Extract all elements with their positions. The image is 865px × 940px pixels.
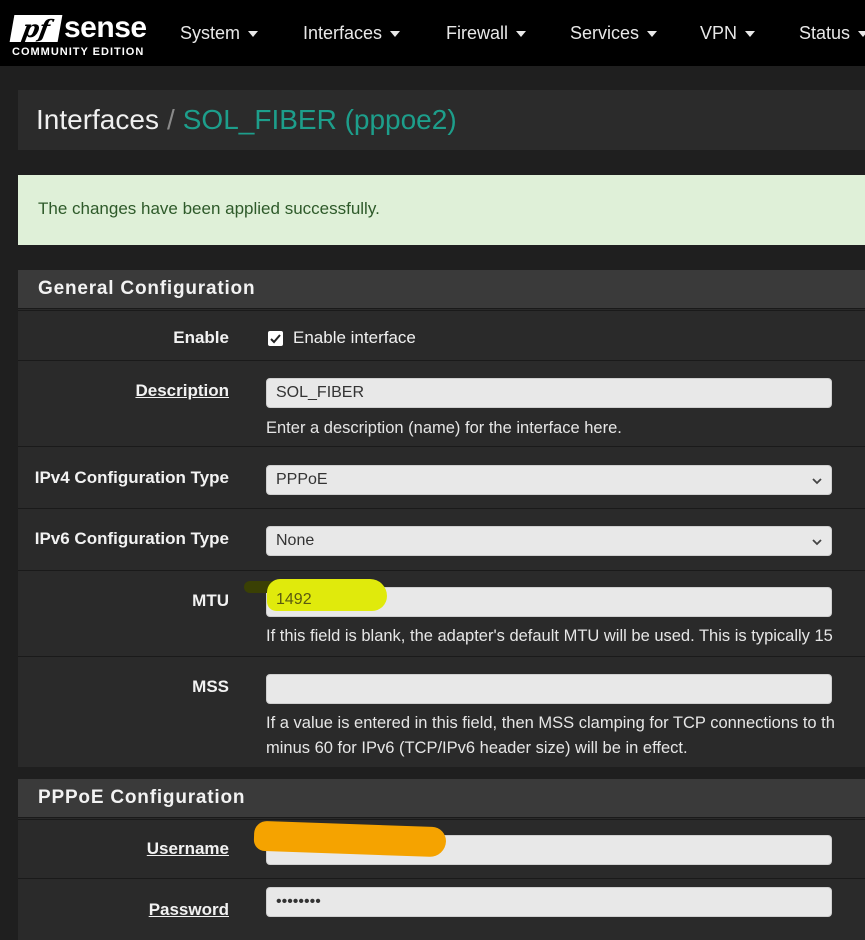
- mtu-row: MTU 1492 If this field is blank, the ada…: [18, 570, 865, 656]
- caret-down-icon: [516, 31, 527, 38]
- logo-pf-mark: pf: [9, 14, 63, 43]
- breadcrumb: Interfaces / SOL_FIBER (pppoe2): [18, 90, 865, 150]
- nav-system-menu[interactable]: System: [180, 22, 259, 44]
- logo-wordmark: sense: [64, 11, 147, 44]
- chevron-down-icon: [812, 478, 822, 485]
- nav-status-menu[interactable]: Status: [799, 22, 865, 44]
- description-help: Enter a description (name) for the inter…: [266, 419, 622, 437]
- enable-row: Enable Enable interface: [18, 310, 865, 360]
- password-input[interactable]: ••••••••: [266, 887, 832, 917]
- mss-label: MSS: [192, 677, 229, 696]
- panel-heading: General Configuration: [18, 270, 865, 309]
- nav-services-menu[interactable]: Services: [570, 22, 658, 44]
- panel-title: PPPoE Configuration: [38, 787, 246, 808]
- nav-firewall-menu[interactable]: Firewall: [446, 22, 527, 44]
- ipv4-config-select[interactable]: PPPoE: [266, 465, 832, 495]
- description-label-link[interactable]: Description: [135, 381, 229, 401]
- logo-edition: COMMUNITY EDITION: [12, 46, 145, 58]
- caret-down-icon: [858, 31, 865, 38]
- panel-heading: PPPoE Configuration: [18, 779, 865, 818]
- caret-down-icon: [390, 31, 401, 38]
- top-navbar: pf sense COMMUNITY EDITION System Interf…: [0, 0, 865, 66]
- mss-help-line-1: If a value is entered in this field, the…: [266, 714, 835, 732]
- caret-down-icon: [745, 31, 756, 38]
- enable-interface-checkbox[interactable]: [268, 331, 283, 346]
- ipv4-config-row: IPv4 Configuration Type PPPoE: [18, 446, 865, 508]
- ipv6-config-label: IPv6 Configuration Type: [34, 529, 229, 548]
- username-label-link[interactable]: Username: [147, 839, 229, 859]
- ipv4-config-label: IPv4 Configuration Type: [34, 468, 229, 487]
- mss-input[interactable]: [266, 674, 832, 704]
- panel-title: General Configuration: [38, 278, 256, 299]
- nav-interfaces-menu[interactable]: Interfaces: [303, 22, 401, 44]
- ipv6-config-select[interactable]: None: [266, 526, 832, 556]
- nav-vpn-menu[interactable]: VPN: [700, 22, 756, 44]
- success-alert: The changes have been applied successful…: [18, 175, 865, 245]
- chevron-down-icon: [812, 539, 822, 546]
- mtu-help: If this field is blank, the adapter's de…: [266, 627, 833, 645]
- breadcrumb-root-link[interactable]: Interfaces: [36, 104, 159, 135]
- caret-down-icon: [647, 31, 658, 38]
- caret-down-icon: [248, 31, 259, 38]
- mss-help-line-2: minus 60 for IPv6 (TCP/IPv6 header size)…: [266, 739, 688, 757]
- alert-message: The changes have been applied successful…: [38, 199, 380, 218]
- breadcrumb-separator: /: [166, 104, 175, 135]
- ipv6-config-row: IPv6 Configuration Type None: [18, 508, 865, 570]
- mtu-label: MTU: [192, 591, 229, 610]
- mtu-value: 1492: [276, 591, 312, 608]
- enable-label: Enable: [173, 328, 229, 347]
- description-input[interactable]: SOL_FIBER: [266, 378, 832, 408]
- password-row: Password ••••••••: [18, 878, 865, 940]
- enable-interface-text: Enable interface: [293, 328, 416, 347]
- pppoe-configuration-panel: PPPoE Configuration Username Password ••…: [18, 779, 865, 940]
- username-row: Username: [18, 819, 865, 878]
- description-row: Description SOL_FIBER Enter a descriptio…: [18, 360, 865, 446]
- pfsense-logo[interactable]: pf sense COMMUNITY EDITION: [9, 11, 148, 58]
- checkmark-icon: [270, 334, 281, 344]
- breadcrumb-current[interactable]: SOL_FIBER (pppoe2): [183, 104, 457, 135]
- password-label-link[interactable]: Password: [149, 900, 229, 920]
- general-configuration-panel: General Configuration Enable Enable inte…: [18, 270, 865, 767]
- mss-row: MSS If a value is entered in this field,…: [18, 656, 865, 767]
